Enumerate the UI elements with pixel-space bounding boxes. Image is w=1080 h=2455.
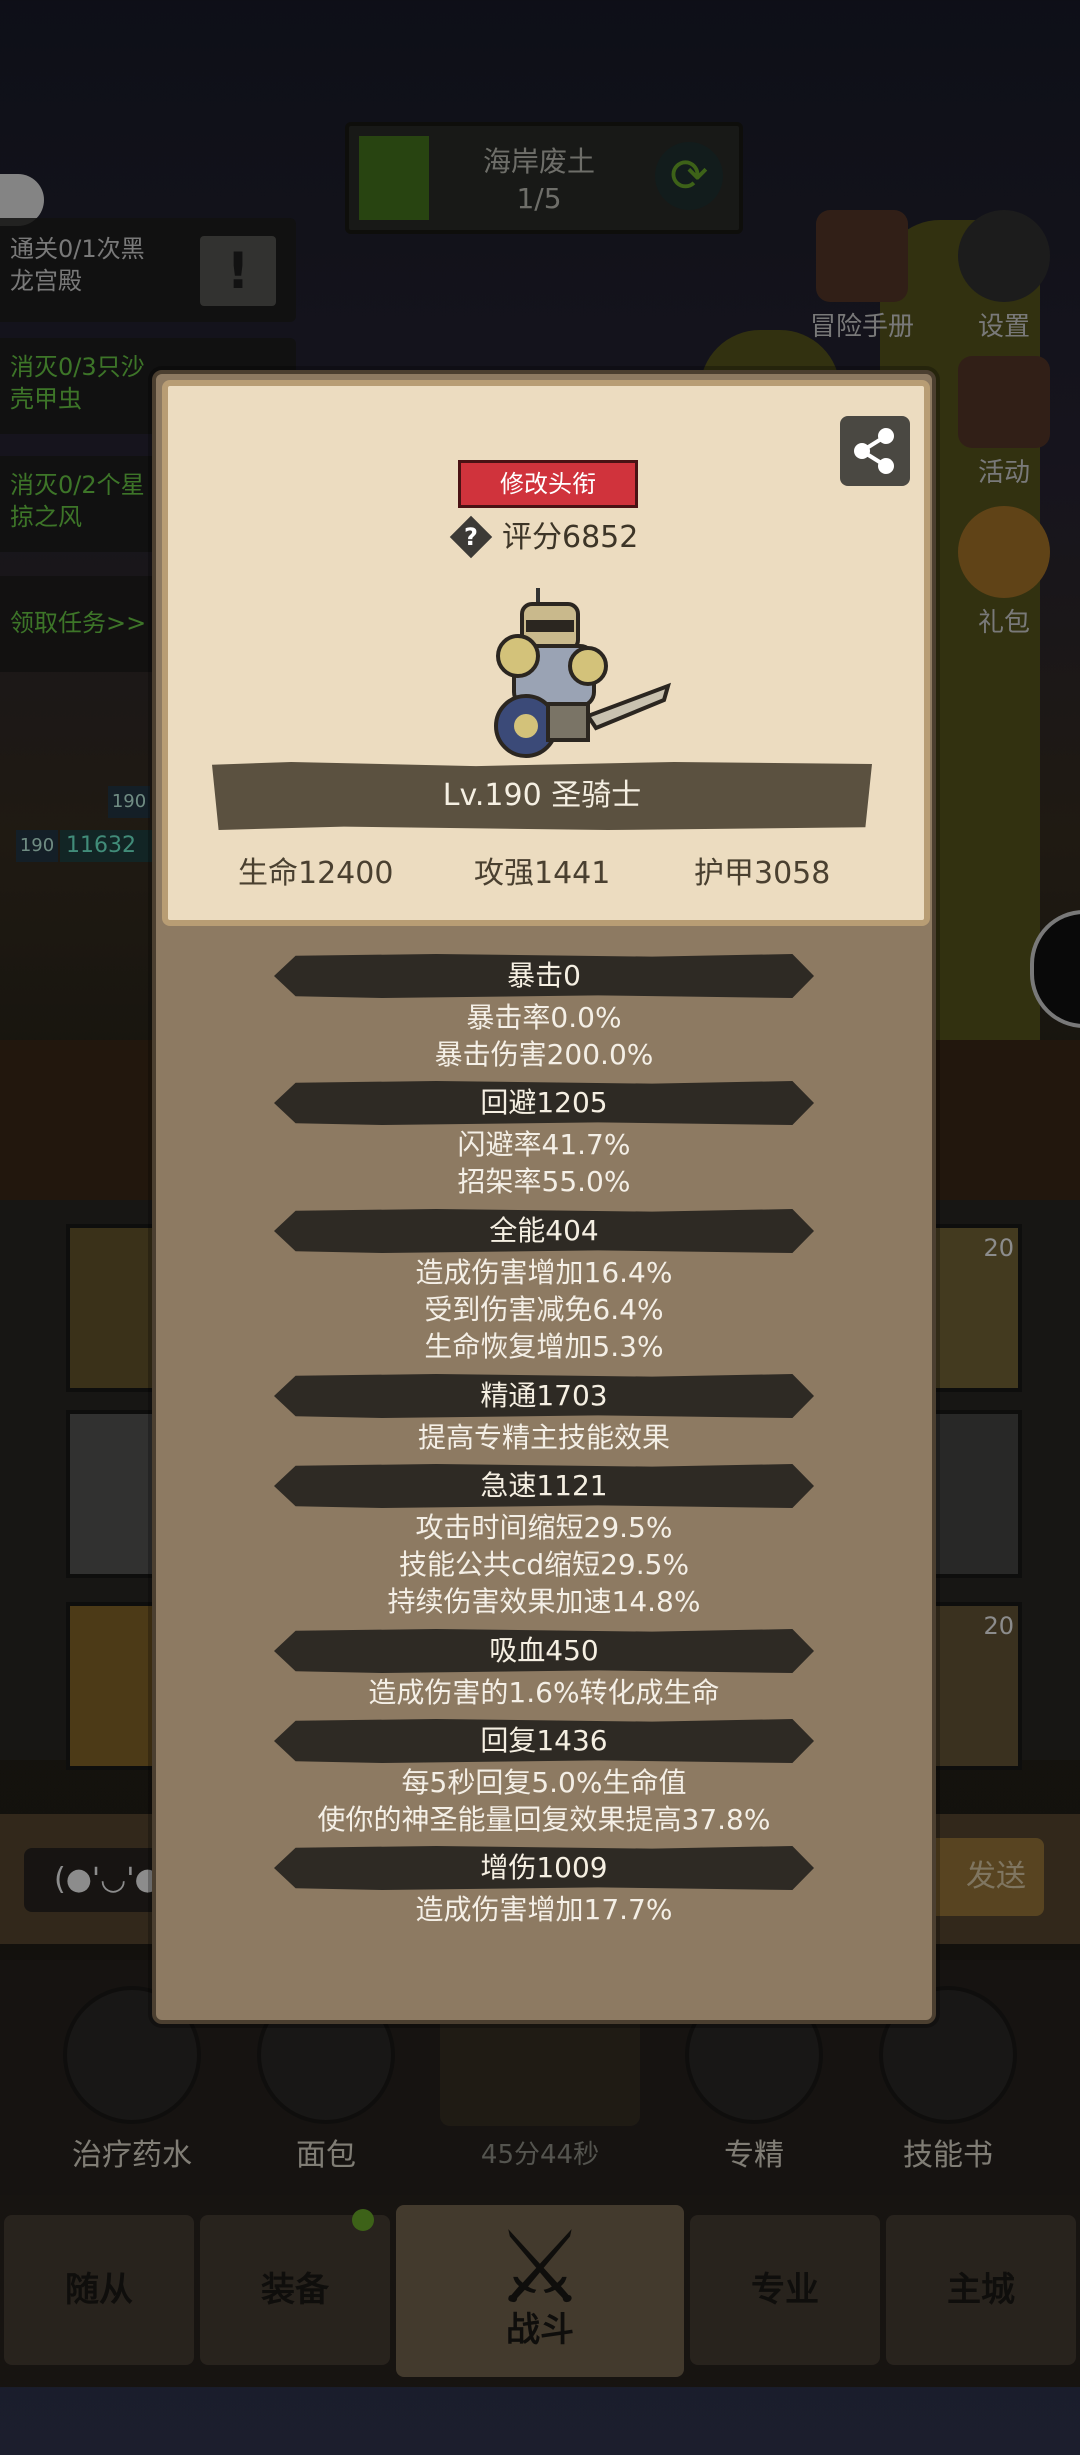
bottom-navigation: 随从 装备 战斗 ⚔ 专业 主城 xyxy=(0,2195,1080,2387)
notification-dot xyxy=(352,2209,374,2231)
equipment-slot[interactable]: 20 xyxy=(924,1602,1022,1770)
equipment-slot[interactable] xyxy=(66,1410,164,1578)
stat-header-haste: 急速1121 xyxy=(274,1464,814,1508)
stat-health: 生命12400 xyxy=(238,856,394,891)
settings-label: 设置 xyxy=(977,312,1030,342)
stat-header-mastery: 精通1703 xyxy=(274,1374,814,1418)
equipment-slot[interactable] xyxy=(924,1410,1022,1578)
quest-text: 通关0/1次黑 xyxy=(10,235,145,263)
stat-detail: 技能公共cd缩短29.5% xyxy=(398,1548,690,1581)
character-name-level: Lv.190 圣骑士 xyxy=(212,762,872,830)
quest-text: 龙宫殿 xyxy=(10,267,82,295)
stat-header-avoidance: 回避1205 xyxy=(274,1081,814,1125)
stat-detail: 造成伤害增加17.7% xyxy=(415,1893,673,1926)
stat-header-crit: 暴击0 xyxy=(274,954,814,998)
zone-progress-indicator xyxy=(359,136,429,220)
stat-armor: 护甲3058 xyxy=(694,856,831,891)
stat-detail: 使你的神圣能量回复效果提高37.8% xyxy=(317,1803,771,1836)
adventure-handbook-button[interactable]: 冒险手册 xyxy=(810,210,914,343)
share-button[interactable] xyxy=(840,416,910,486)
hp-bar: 11632 xyxy=(60,830,152,862)
quest-text: 壳甲虫 xyxy=(10,385,82,413)
activity-label: 活动 xyxy=(977,458,1030,488)
quest-text: 领取任务>> xyxy=(10,609,147,637)
stat-detail: 持续伤害效果加速14.8% xyxy=(387,1585,701,1618)
quest-item[interactable]: 通关0/1次黑 龙宫殿 ! xyxy=(0,218,296,322)
tab-followers[interactable]: 随从 xyxy=(4,2215,194,2365)
quest-text: 掠之风 xyxy=(10,503,82,531)
calendar-icon xyxy=(958,356,1050,448)
stat-header-regen: 回复1436 xyxy=(274,1719,814,1763)
stat-detail: 造成伤害增加16.4% xyxy=(415,1256,673,1289)
crossed-swords-icon: ⚔ xyxy=(495,2209,585,2326)
stat-detail: 招架率55.0% xyxy=(457,1165,631,1198)
equipment-slot[interactable] xyxy=(66,1224,164,1392)
gift-pack-label: 礼包 xyxy=(977,608,1030,638)
stat-header-lifesteal: 吸血450 xyxy=(274,1629,814,1673)
score-row: ? 评分6852 xyxy=(448,515,708,562)
share-icon xyxy=(854,428,894,474)
character-stats-modal: 修改头衔 ? 评分6852 Lv.190 圣骑士 生命12400 攻强1441 … xyxy=(152,370,936,2024)
score-value: 评分6852 xyxy=(502,520,639,555)
refresh-icon[interactable]: ⟳ xyxy=(655,142,723,210)
stat-detail: 暴击率0.0% xyxy=(466,1001,622,1034)
stat-detail: 提高专精主技能效果 xyxy=(417,1421,670,1454)
specialization-label: 专精 xyxy=(724,2138,784,2173)
equipment-slot[interactable] xyxy=(66,1602,164,1770)
zone-title: 海岸废土 xyxy=(482,145,595,178)
stat-detail: 暴击伤害200.0% xyxy=(434,1038,654,1071)
stat-detail: 每5秒回复5.0%生命值 xyxy=(401,1766,687,1799)
slot-level: 20 xyxy=(983,1234,1014,1262)
stat-detail: 受到伤害减免6.4% xyxy=(424,1293,664,1326)
zone-selector[interactable]: 海岸废土 1/5 ⟳ xyxy=(345,122,743,234)
book-icon xyxy=(816,210,908,302)
edit-title-button[interactable]: 修改头衔 xyxy=(458,460,638,508)
activity-button[interactable]: 活动 xyxy=(952,356,1056,489)
stat-detail: 生命恢复增加5.3% xyxy=(424,1330,664,1363)
level-badge: 190 xyxy=(16,830,58,862)
stat-detail: 造成伤害的1.6%转化成生命 xyxy=(368,1676,720,1709)
settings-button[interactable]: 设置 xyxy=(952,210,1056,343)
tab-equipment[interactable]: 装备 xyxy=(200,2215,390,2365)
stat-detail: 闪避率41.7% xyxy=(457,1128,631,1161)
gear-icon xyxy=(958,210,1050,302)
gift-icon xyxy=(958,506,1050,598)
quest-text: 消灭0/3只沙 xyxy=(10,353,145,381)
zone-progress: 1/5 xyxy=(516,182,562,215)
chest-timer: 45分44秒 xyxy=(480,2140,600,2170)
stat-detail: 攻击时间缩短29.5% xyxy=(415,1511,673,1544)
stat-header-versatility: 全能404 xyxy=(274,1209,814,1253)
paladin-avatar xyxy=(494,588,672,758)
stat-header-damage-increase: 增伤1009 xyxy=(274,1846,814,1890)
equipment-slot[interactable]: 20 xyxy=(924,1224,1022,1392)
quest-text: 消灭0/2个星 xyxy=(10,471,145,499)
stat-attack-power: 攻强1441 xyxy=(474,856,611,891)
healing-potion-label: 治疗药水 xyxy=(72,2138,192,2173)
tab-profession[interactable]: 专业 xyxy=(690,2215,880,2365)
skill-book-label: 技能书 xyxy=(903,2138,993,2173)
level-badge: 190 xyxy=(108,786,150,818)
alert-icon: ! xyxy=(200,236,276,306)
tab-main-city[interactable]: 主城 xyxy=(886,2215,1076,2365)
bread-label: 面包 xyxy=(296,2138,356,2173)
character-card: 修改头衔 ? 评分6852 Lv.190 圣骑士 生命12400 攻强1441 … xyxy=(162,380,930,926)
slot-level: 20 xyxy=(983,1612,1014,1640)
gift-pack-button[interactable]: 礼包 xyxy=(952,506,1056,639)
adventure-handbook-label: 冒险手册 xyxy=(810,312,915,342)
question-mark: ? xyxy=(464,523,478,551)
